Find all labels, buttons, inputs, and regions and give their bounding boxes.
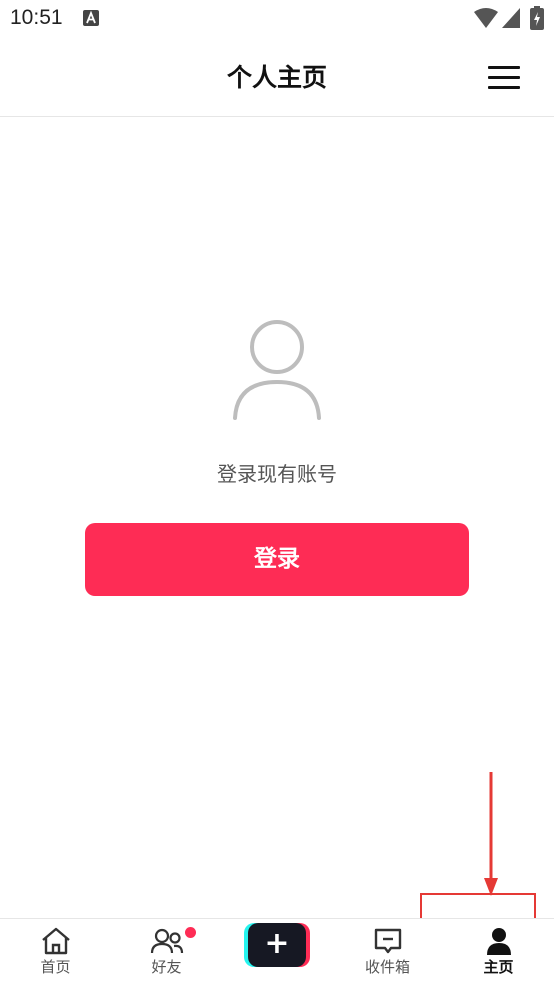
create-button[interactable]: +: [222, 919, 332, 985]
status-time: 10:51: [10, 6, 63, 29]
bottom-nav: 首页 好友 + 收件箱 主页: [0, 918, 554, 985]
home-icon: [40, 927, 72, 959]
notification-badge: [185, 927, 196, 938]
wifi-icon: [474, 8, 498, 32]
nav-item-home[interactable]: 首页: [0, 919, 111, 985]
login-prompt: 登录现有账号: [217, 462, 337, 486]
battery-charging-icon: [530, 6, 544, 34]
create-button-shape: +: [244, 923, 310, 967]
nav-item-profile[interactable]: 主页: [443, 919, 554, 985]
inbox-icon: [373, 927, 403, 959]
nav-label-profile: 主页: [483, 958, 514, 976]
friends-icon: [150, 927, 184, 959]
nav-item-friends[interactable]: 好友: [111, 919, 222, 985]
app-a-icon: [83, 10, 99, 30]
header: 个人主页: [0, 38, 554, 117]
status-bar: 10:51: [0, 0, 554, 38]
nav-label-inbox: 收件箱: [364, 958, 410, 976]
page-title: 个人主页: [226, 63, 327, 92]
default-avatar-icon: [227, 316, 327, 422]
login-button[interactable]: 登录: [85, 523, 469, 596]
nav-label-friends: 好友: [151, 958, 182, 976]
plus-icon: +: [264, 926, 290, 961]
menu-button[interactable]: [484, 62, 524, 94]
annotation-arrow: [480, 770, 502, 902]
profile-icon: [485, 927, 513, 959]
hamburger-menu-icon: [488, 66, 520, 89]
nav-label-home: 首页: [40, 958, 71, 976]
signal-icon: [502, 8, 520, 32]
nav-item-inbox[interactable]: 收件箱: [332, 919, 443, 985]
